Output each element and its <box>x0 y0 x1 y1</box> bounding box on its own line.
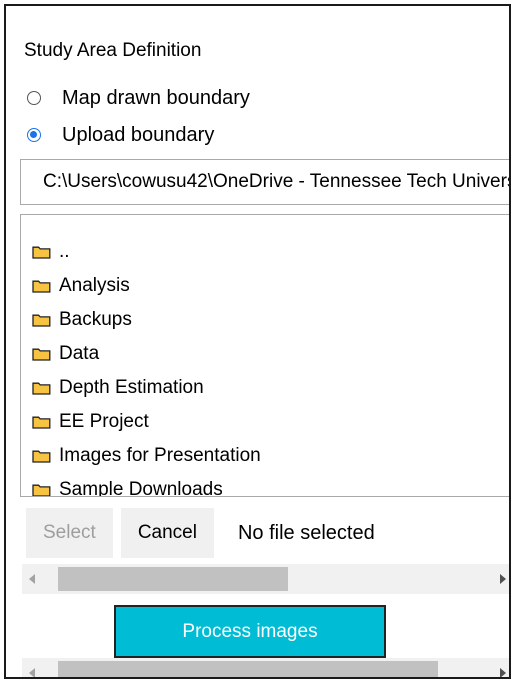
folder-icon <box>32 314 51 327</box>
list-item[interactable]: Sample Downloads <box>21 473 509 497</box>
process-images-button[interactable]: Process images <box>114 605 386 658</box>
item-name: .. <box>59 241 70 262</box>
list-item[interactable]: Images for Presentation <box>21 439 509 473</box>
list-item[interactable]: Depth Estimation <box>21 371 509 405</box>
file-action-row: Select Cancel No file selected <box>26 508 375 558</box>
section-title: Study Area Definition <box>24 40 202 61</box>
horizontal-scrollbar[interactable] <box>22 564 509 594</box>
scroll-left-arrow-icon[interactable] <box>22 564 44 594</box>
scroll-right-arrow-icon[interactable] <box>493 658 509 677</box>
scrollbar-thumb[interactable] <box>58 567 288 591</box>
item-name: Sample Downloads <box>59 479 223 497</box>
folder-icon <box>32 348 51 361</box>
folder-icon <box>32 246 51 259</box>
folder-icon <box>32 280 51 293</box>
file-status-text: No file selected <box>237 521 375 544</box>
list-item[interactable]: .. <box>21 235 509 269</box>
radio-label: Map drawn boundary <box>62 86 250 109</box>
folder-icon <box>32 450 51 463</box>
item-name: Depth Estimation <box>59 377 204 398</box>
item-name: Backups <box>59 309 132 330</box>
select-button[interactable]: Select <box>26 508 113 558</box>
list-item[interactable]: Data <box>21 337 509 371</box>
folder-icon <box>32 416 51 429</box>
list-item[interactable]: Backups <box>21 303 509 337</box>
item-name: Images for Presentation <box>59 445 261 466</box>
scroll-right-arrow-icon[interactable] <box>493 564 509 594</box>
item-name: Analysis <box>59 275 130 296</box>
item-name: Data <box>59 343 100 364</box>
folder-icon <box>32 484 51 496</box>
radio-map-drawn-boundary[interactable]: Map drawn boundary <box>27 86 250 110</box>
radio-button-unchecked[interactable] <box>27 91 41 105</box>
radio-button-checked[interactable] <box>27 128 41 142</box>
cancel-button[interactable]: Cancel <box>120 508 214 558</box>
folder-icon <box>32 382 51 395</box>
scroll-left-arrow-icon[interactable] <box>22 658 44 677</box>
scrollbar-thumb[interactable] <box>58 661 438 677</box>
horizontal-scrollbar[interactable] <box>22 658 509 677</box>
radio-label: Upload boundary <box>62 123 215 146</box>
file-list[interactable]: .. Analysis Backups Data Depth Estimatio… <box>20 214 509 497</box>
study-area-panel: Study Area Definition Map drawn boundary… <box>4 4 511 679</box>
list-item[interactable]: EE Project <box>21 405 509 439</box>
list-item[interactable]: Analysis <box>21 269 509 303</box>
item-name: EE Project <box>59 411 149 432</box>
radio-upload-boundary[interactable]: Upload boundary <box>27 123 214 147</box>
current-path-field[interactable]: C:\Users\cowusu42\OneDrive - Tennessee T… <box>20 159 509 205</box>
